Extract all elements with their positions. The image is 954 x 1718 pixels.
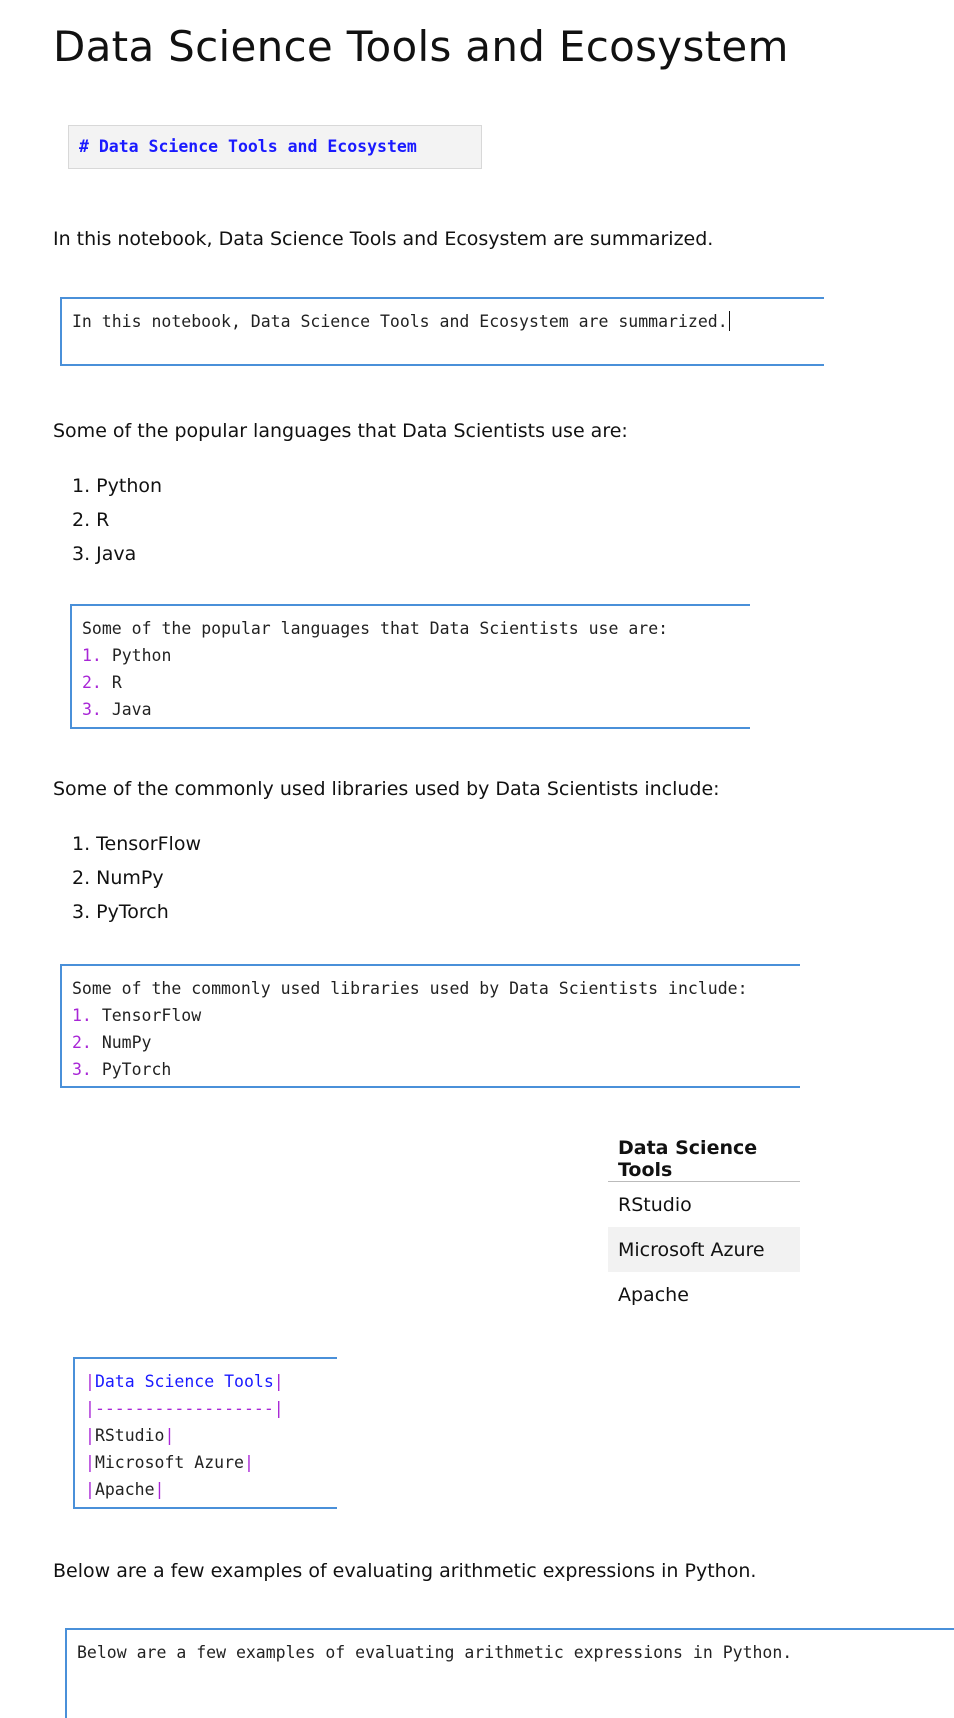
list-item: 2. R: [72, 509, 110, 531]
list-item: 3. PyTorch: [72, 901, 169, 923]
title-source-cell[interactable]: # Data Science Tools and Ecosystem: [68, 125, 482, 169]
list-item: 1. Python: [82, 646, 172, 665]
table-source-header: |Data Science Tools|: [85, 1372, 284, 1391]
list-item: 1. TensorFlow: [72, 833, 201, 855]
languages-list: 1. Python 2. R 3. Java: [72, 469, 162, 571]
list-item: 3. PyTorch: [72, 1060, 172, 1079]
libraries-heading: Some of the commonly used libraries used…: [53, 778, 720, 800]
arith-text: Below are a few examples of evaluating a…: [53, 1560, 757, 1582]
table-row: |Microsoft Azure|: [85, 1453, 254, 1472]
libraries-list: 1. TensorFlow 2. NumPy 3. PyTorch: [72, 827, 201, 929]
intro-source-text: In this notebook, Data Science Tools and…: [72, 312, 728, 331]
arith-source-text: Below are a few examples of evaluating a…: [77, 1643, 793, 1662]
list-item: 3. Java: [72, 543, 137, 565]
table-row: Microsoft Azure: [608, 1227, 800, 1272]
intro-text: In this notebook, Data Science Tools and…: [53, 228, 714, 250]
list-item: 2. R: [82, 673, 122, 692]
table-row: RStudio: [618, 1193, 692, 1216]
list-item: 2. NumPy: [72, 867, 164, 889]
list-item: 2. NumPy: [72, 1033, 152, 1052]
title-source-text: # Data Science Tools and Ecosystem: [79, 137, 417, 156]
languages-source-cell[interactable]: Some of the popular languages that Data …: [70, 604, 750, 729]
arith-source-cell[interactable]: Below are a few examples of evaluating a…: [65, 1628, 954, 1718]
list-item: 1. TensorFlow: [72, 1006, 202, 1025]
table-source-separator: |------------------|: [85, 1399, 284, 1418]
intro-source-cell[interactable]: In this notebook, Data Science Tools and…: [60, 297, 824, 366]
page-title: Data Science Tools and Ecosystem: [53, 22, 789, 71]
table-source-cell[interactable]: |Data Science Tools| |------------------…: [73, 1357, 337, 1509]
table-row: Apache: [618, 1283, 689, 1306]
languages-heading: Some of the popular languages that Data …: [53, 420, 628, 442]
table-row: |Apache|: [85, 1480, 165, 1499]
libraries-source-cell[interactable]: Some of the commonly used libraries used…: [60, 964, 800, 1088]
tools-table: Data Science Tools RStudio Microsoft Azu…: [608, 1137, 800, 1317]
table-row: |RStudio|: [85, 1426, 175, 1445]
text-cursor: [728, 311, 730, 331]
list-item: 1. Python: [72, 475, 163, 497]
list-item: 3. Java: [82, 700, 152, 719]
languages-source-heading: Some of the popular languages that Data …: [82, 619, 669, 638]
libraries-source-heading: Some of the commonly used libraries used…: [72, 979, 748, 998]
table-header: Data Science Tools: [608, 1137, 800, 1182]
